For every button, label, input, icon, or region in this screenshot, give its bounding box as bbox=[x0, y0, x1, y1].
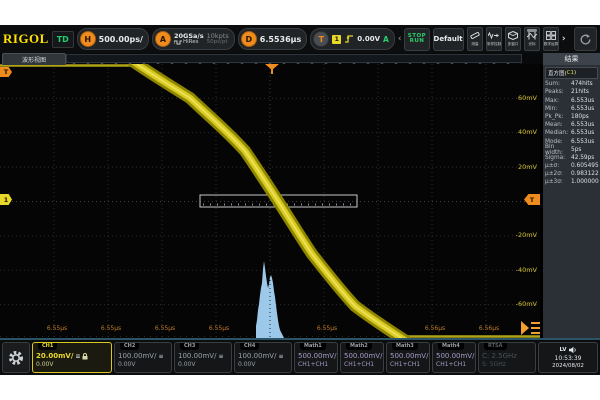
math-box-math3[interactable]: Math3 500.00mV/ CH1+CH1 bbox=[386, 342, 430, 373]
speaker-icon bbox=[569, 346, 577, 354]
channel-box-ch3[interactable]: CH3 100.00mV/≡ 0.00V bbox=[174, 342, 232, 373]
tab-waveform-view[interactable]: 波形视图 bbox=[2, 53, 66, 65]
stat-row: Bin width:5ps bbox=[545, 147, 598, 155]
time-label: 6.55μs bbox=[207, 326, 231, 332]
tab-histogram-c1[interactable]: 直方图(C1) bbox=[545, 67, 598, 79]
refresh-icon bbox=[579, 33, 592, 46]
oscilloscope-screen: RIGOL TD H 500.00ps/ A 20GSa/s HiRes 10k… bbox=[0, 25, 600, 375]
acquisition-mode-badge[interactable]: TD bbox=[52, 31, 74, 48]
expand-right-icon[interactable]: › bbox=[562, 35, 566, 44]
stat-row: Mean:6.553us bbox=[545, 122, 598, 130]
stat-row: Min:6.553us bbox=[545, 106, 598, 114]
time-label: 6.55μs bbox=[45, 326, 69, 332]
waveform-display[interactable]: 60mV 40mV 20mV -20mV -40mV -60mV 6.55μs … bbox=[0, 64, 540, 338]
channel-box-ch4[interactable]: CH4 100.00mV/≡ 0.00V bbox=[234, 342, 292, 373]
bandwidth-icon: ≡ bbox=[75, 354, 80, 360]
refresh-button[interactable] bbox=[574, 27, 597, 51]
measure-button[interactable]: 测量 bbox=[467, 27, 483, 51]
bandwidth-icon: ≡ bbox=[158, 354, 163, 360]
stat-row: μ±3σ:1.000000 bbox=[545, 179, 598, 187]
delay-pill[interactable]: D 6.5536μs bbox=[238, 28, 308, 50]
acquire-icon[interactable]: A bbox=[155, 31, 171, 47]
cube-icon bbox=[508, 31, 518, 40]
trigger-icon[interactable]: T bbox=[313, 31, 329, 47]
voltage-label: -60mV bbox=[503, 301, 537, 308]
point-resolution: 50ps/pt bbox=[207, 40, 229, 46]
trigger-level-value: 0.00V bbox=[357, 35, 380, 43]
bandwidth-icon: ≡ bbox=[278, 354, 283, 360]
stat-row: μ±2σ:0.983122 bbox=[545, 171, 598, 179]
stat-row: μ±σ:0.605495 bbox=[545, 163, 598, 171]
rigol-logo: RIGOL bbox=[3, 31, 49, 47]
delay-value: 6.5536μs bbox=[260, 35, 302, 44]
memory-depth-block: 10kpts 50ps/pt bbox=[207, 33, 229, 45]
gear-icon bbox=[8, 350, 24, 366]
results-panel: 结果 直方图(C1) Sum:474hits Peaks:21hits Max:… bbox=[543, 53, 600, 338]
trigger-pill[interactable]: T 1 0.00V A bbox=[310, 28, 395, 50]
acquire-pill[interactable]: A 20GSa/s HiRes 10kpts 50ps/pt bbox=[152, 28, 235, 50]
voltage-label: 60mV bbox=[503, 95, 537, 102]
stat-row: Max:6.553us bbox=[545, 97, 598, 105]
delay-icon[interactable]: D bbox=[241, 31, 257, 47]
waveform-arrow-icon bbox=[488, 31, 499, 40]
trigger-source-badge: 1 bbox=[332, 35, 341, 44]
time-label: 6.56μs bbox=[477, 326, 501, 332]
multi-window-button[interactable]: 多窗口 bbox=[505, 27, 521, 51]
stat-row: Sum:474hits bbox=[545, 81, 598, 89]
trigger-slope-icon bbox=[344, 34, 354, 44]
math-grid-icon bbox=[546, 31, 556, 40]
channel-box-ch1[interactable]: CH1 20.00mV/ ≡ 0.00V bbox=[32, 342, 112, 373]
stat-row: Pk_Pk:180ps bbox=[545, 114, 598, 122]
lock-icon bbox=[82, 353, 88, 360]
math-box-math1[interactable]: Math1 500.00mV/ CH1+CH1 bbox=[294, 342, 338, 373]
horizontal-scale-pill[interactable]: H 500.00ps/ bbox=[77, 28, 149, 50]
stat-row: Peaks:21hits bbox=[545, 89, 598, 97]
histogram-statistics: Sum:474hits Peaks:21hits Max:6.553us Min… bbox=[543, 80, 600, 188]
status-date: 2024/08/02 bbox=[552, 363, 584, 369]
tab-bar: 波形视图 bbox=[0, 53, 600, 64]
stat-row: Median:6.553us bbox=[545, 130, 598, 138]
time-label: 6.55μs bbox=[315, 326, 339, 332]
scope-graticule bbox=[0, 64, 540, 338]
math-box-math2[interactable]: Math2 500.00mV/ CH1+CH1 bbox=[340, 342, 384, 373]
math-box-math4[interactable]: Math4 500.00mV/ CH1+CH1 bbox=[432, 342, 476, 373]
rtsa-box[interactable]: RTSA C: 2.5GHz S: 5GHz bbox=[478, 342, 536, 373]
collapse-left-icon[interactable]: ‹ bbox=[398, 35, 402, 44]
horizontal-icon[interactable]: H bbox=[80, 31, 96, 47]
horizontal-scale-value: 500.00ps/ bbox=[99, 35, 143, 44]
trigger-sweep-mode: A bbox=[383, 35, 389, 44]
settings-button[interactable] bbox=[2, 342, 30, 373]
math-button[interactable]: 数学运算 bbox=[543, 27, 559, 51]
sample-control-button[interactable]: 采样控制 bbox=[486, 27, 502, 51]
square-wave-icon bbox=[174, 40, 182, 45]
sample-rate-block: 20GSa/s HiRes bbox=[174, 33, 204, 45]
time-label: 6.55μs bbox=[153, 326, 177, 332]
trigger-position-marker[interactable] bbox=[265, 64, 279, 74]
results-panel-title: 结果 bbox=[543, 53, 600, 65]
channel-bar: CH1 20.00mV/ ≡ 0.00V CH2 100.00mV/≡ 0.00… bbox=[0, 338, 600, 375]
voltage-label: 20mV bbox=[503, 164, 537, 171]
status-time: 10:53:39 bbox=[555, 355, 582, 362]
voltage-label: 40mV bbox=[503, 129, 537, 136]
status-datetime-box[interactable]: LV 10:53:39 2024/08/02 bbox=[538, 342, 598, 373]
bandwidth-icon: ≡ bbox=[218, 354, 223, 360]
top-toolbar: RIGOL TD H 500.00ps/ A 20GSa/s HiRes 10k… bbox=[0, 25, 600, 53]
status-lan-indicator: LV bbox=[559, 347, 566, 353]
voltage-label: -20mV bbox=[503, 232, 537, 239]
cursor-icon bbox=[527, 31, 537, 40]
record-overview-strip[interactable] bbox=[66, 54, 522, 63]
acq-mode: HiRes bbox=[183, 40, 199, 46]
ruler-icon bbox=[470, 31, 480, 40]
menu-expand-icon[interactable] bbox=[521, 321, 540, 335]
run-stop-button[interactable]: STOP RUN bbox=[404, 28, 429, 51]
stat-row: Sigma:42.59ps bbox=[545, 155, 598, 163]
voltage-label: -40mV bbox=[503, 267, 537, 274]
time-label: 6.55μs bbox=[99, 326, 123, 332]
channel-box-ch2[interactable]: CH2 100.00mV/≡ 0.00V bbox=[114, 342, 172, 373]
panel-drag-handle[interactable] bbox=[527, 29, 537, 32]
time-label: 6.56μs bbox=[423, 326, 447, 332]
default-button[interactable]: Default bbox=[433, 28, 464, 51]
